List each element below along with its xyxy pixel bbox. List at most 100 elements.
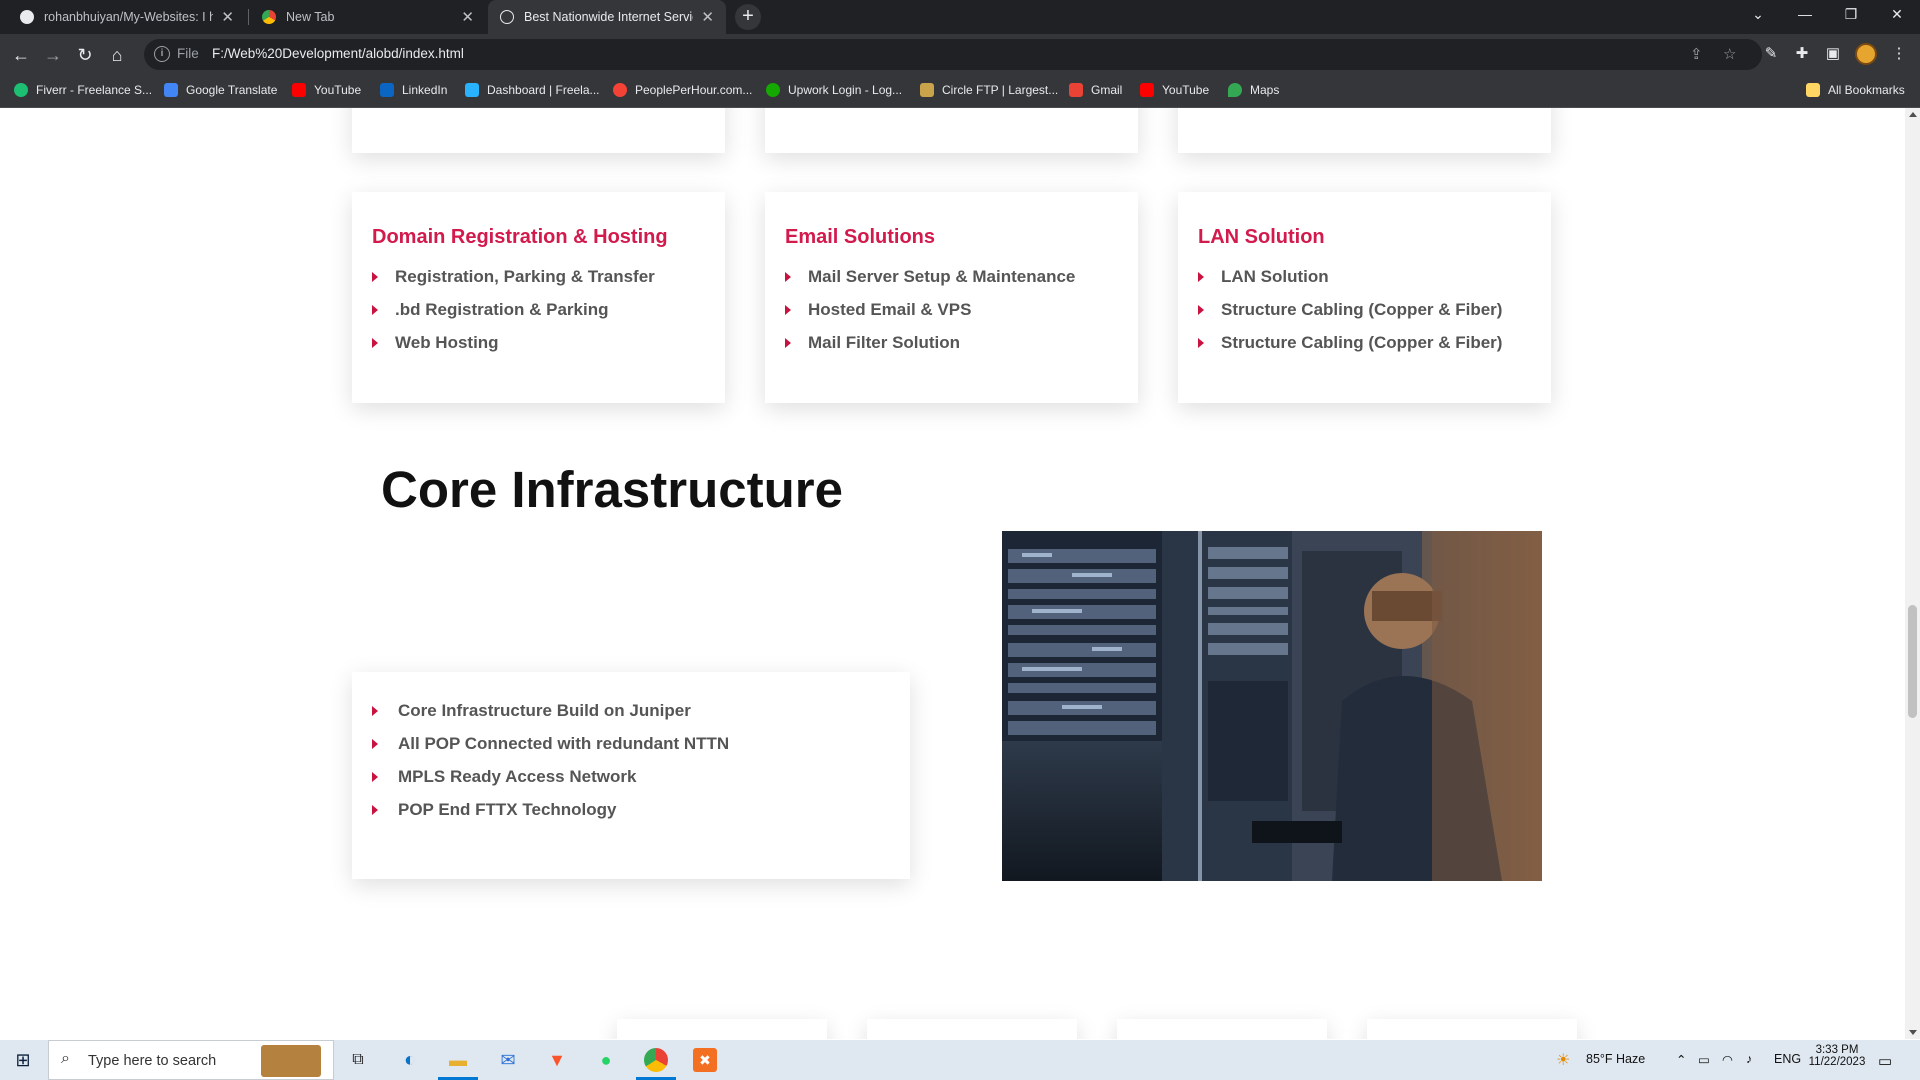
tab-title: rohanbhuiyan/My-Websites: I h <box>44 10 214 24</box>
bookmark-fiverr[interactable]: Fiverr - Freelance S... <box>14 83 152 97</box>
service-card-partial <box>765 108 1138 153</box>
core-infrastructure-card: Core Infrastructure Build on Juniper All… <box>352 672 910 879</box>
scroll-down-arrow-icon[interactable] <box>1909 1030 1917 1035</box>
tab-strip: rohanbhuiyan/My-Websites: I h ✕ New Tab … <box>0 0 1920 34</box>
bookmark-freelancer-dashboard[interactable]: Dashboard | Freela... <box>465 83 600 97</box>
mail-icon[interactable]: ✉ <box>496 1048 520 1072</box>
bookmark-maps[interactable]: Maps <box>1228 83 1279 97</box>
scrollbar-thumb[interactable] <box>1908 605 1917 718</box>
caret-right-icon <box>785 337 791 348</box>
search-icon: ⌕ <box>61 1050 70 1067</box>
site-info-icon[interactable]: i <box>154 46 170 62</box>
window-close-button[interactable]: ✕ <box>1874 0 1920 28</box>
bookmark-label: LinkedIn <box>402 83 448 97</box>
list-item: Structure Cabling (Copper & Fiber) <box>1198 293 1502 326</box>
chrome-icon <box>262 10 276 24</box>
tab-new-tab[interactable]: New Tab ✕ <box>250 0 486 34</box>
volume-icon[interactable]: ♪ <box>1746 1052 1752 1066</box>
service-card-partial <box>1178 108 1551 153</box>
bookmark-circle-ftp[interactable]: Circle FTP | Largest... <box>920 83 1058 97</box>
extensions-puzzle-icon[interactable]: ✚ <box>1791 43 1813 65</box>
weather-text[interactable]: 85°F Haze <box>1586 1052 1645 1066</box>
chrome-icon[interactable] <box>644 1048 668 1072</box>
feature-card-partial <box>1367 1019 1577 1039</box>
bookmark-gmail[interactable]: Gmail <box>1069 83 1122 97</box>
share-icon[interactable]: ⇪ <box>1690 45 1703 63</box>
page-scrollbar[interactable] <box>1905 108 1920 1039</box>
item-label: Structure Cabling (Copper & Fiber) <box>1221 299 1503 319</box>
reload-icon[interactable]: ↻ <box>72 42 98 68</box>
tab-divider <box>248 9 249 25</box>
xampp-icon[interactable]: ✖ <box>693 1048 717 1072</box>
clock[interactable]: 3:33 PM 11/22/2023 <box>1808 1044 1866 1068</box>
item-label: LAN Solution <box>1221 266 1329 286</box>
caret-right-icon <box>1198 337 1204 348</box>
tab-search-icon[interactable]: ⌄ <box>1735 0 1781 28</box>
server-room-illustration <box>1002 531 1542 881</box>
list-item: Structure Cabling (Copper & Fiber) <box>1198 326 1502 359</box>
file-explorer-icon[interactable]: ▬ <box>446 1048 470 1072</box>
language-indicator[interactable]: ENG <box>1774 1052 1801 1066</box>
restore-button[interactable]: ❐ <box>1828 0 1874 28</box>
tray-chevron-icon[interactable]: ⌃ <box>1676 1052 1686 1067</box>
home-icon[interactable]: ⌂ <box>104 42 130 68</box>
list-item: MPLS Ready Access Network <box>372 760 729 793</box>
caret-right-icon <box>372 771 378 782</box>
item-label: Mail Server Setup & Maintenance <box>808 266 1076 286</box>
notifications-icon[interactable]: ▭ <box>1878 1052 1892 1070</box>
menu-kebab-icon[interactable]: ⋮ <box>1888 43 1910 65</box>
side-panel-icon[interactable]: ▣ <box>1822 43 1844 65</box>
bookmark-peopleperhour[interactable]: PeoplePerHour.com... <box>613 83 752 97</box>
service-list: Registration, Parking & Transfer .bd Reg… <box>372 260 655 359</box>
all-bookmarks-button[interactable]: All Bookmarks <box>1806 83 1905 97</box>
service-card-partial <box>352 108 725 153</box>
bookmark-star-icon[interactable]: ☆ <box>1723 45 1736 63</box>
edge-icon[interactable]: ◐ <box>398 1048 422 1072</box>
bookmark-label: Maps <box>1250 83 1280 97</box>
list-item: LAN Solution <box>1198 260 1502 293</box>
task-view-icon[interactable]: ⧉ <box>346 1048 370 1072</box>
close-icon[interactable]: ✕ <box>701 8 714 26</box>
back-icon[interactable]: ← <box>8 42 34 68</box>
profile-avatar[interactable] <box>1855 43 1877 65</box>
whatsapp-icon[interactable]: ● <box>594 1048 618 1072</box>
eyedropper-extension-icon[interactable]: ✎ <box>1760 43 1782 65</box>
bookmark-youtube[interactable]: YouTube <box>292 83 361 97</box>
item-label: Web Hosting <box>395 332 499 352</box>
close-icon[interactable]: ✕ <box>461 8 474 26</box>
bookmark-upwork[interactable]: Upwork Login - Log... <box>766 83 902 97</box>
tab-best-nationwide[interactable]: Best Nationwide Internet Service ✕ <box>488 0 726 34</box>
globe-icon <box>500 10 514 24</box>
card-title: Domain Registration & Hosting <box>372 226 668 248</box>
item-label: All POP Connected with redundant NTTN <box>398 733 730 753</box>
caret-right-icon <box>785 271 791 282</box>
meet-now-icon[interactable]: ▭ <box>1698 1052 1710 1067</box>
address-bar[interactable]: i File F:/Web%20Development/alobd/index.… <box>144 39 1762 70</box>
tab-title: New Tab <box>286 10 335 24</box>
network-icon[interactable]: ◠ <box>1722 1052 1733 1067</box>
caret-right-icon <box>372 804 378 815</box>
search-placeholder: Type here to search <box>88 1053 217 1069</box>
item-label: MPLS Ready Access Network <box>398 766 637 786</box>
feature-card-partial <box>867 1019 1077 1039</box>
item-label: POP End FTTX Technology <box>398 799 617 819</box>
list-item: POP End FTTX Technology <box>372 793 729 826</box>
bookmark-label: YouTube <box>1162 83 1210 97</box>
minimize-button[interactable]: — <box>1782 0 1828 28</box>
tab-github[interactable]: rohanbhuiyan/My-Websites: I h ✕ <box>8 0 246 34</box>
brave-icon[interactable]: ▼ <box>545 1048 569 1072</box>
close-icon[interactable]: ✕ <box>221 8 234 26</box>
url-text[interactable]: F:/Web%20Development/alobd/index.html <box>212 46 464 61</box>
windows-start-icon[interactable]: ⊞ <box>11 1048 35 1072</box>
taskbar-search-box[interactable]: ⌕ Type here to search <box>48 1040 334 1080</box>
scroll-up-arrow-icon[interactable] <box>1909 112 1917 117</box>
clock-time: 3:33 PM <box>1815 1044 1859 1056</box>
bookmark-youtube-2[interactable]: YouTube <box>1140 83 1209 97</box>
forward-icon[interactable]: → <box>40 42 66 68</box>
search-highlight-icon <box>261 1045 321 1077</box>
all-bookmarks-label: All Bookmarks <box>1828 83 1905 97</box>
new-tab-button[interactable]: + <box>735 4 761 30</box>
item-label: Structure Cabling (Copper & Fiber) <box>1221 332 1503 352</box>
bookmark-google-translate[interactable]: Google Translate <box>164 83 277 97</box>
bookmark-linkedin[interactable]: LinkedIn <box>380 83 447 97</box>
